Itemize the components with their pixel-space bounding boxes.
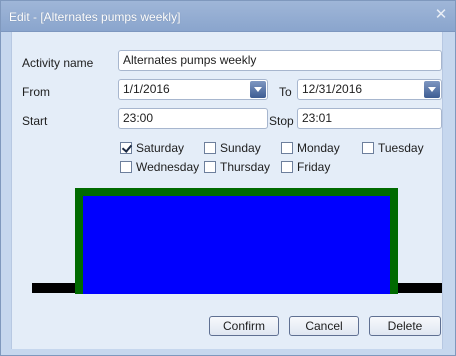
- close-icon[interactable]: ✕: [433, 7, 449, 23]
- chevron-down-icon[interactable]: [424, 81, 440, 98]
- delete-button[interactable]: Delete: [369, 316, 441, 336]
- activity-name-input[interactable]: Alternates pumps weekly: [118, 50, 442, 71]
- checkbox-box: [281, 161, 293, 173]
- checkbox-friday[interactable]: Friday: [281, 159, 330, 175]
- to-date-value: 12/31/2016: [302, 82, 363, 96]
- checkbox-box: [204, 161, 216, 173]
- checkbox-label: Saturday: [136, 141, 185, 155]
- checkbox-label: Sunday: [220, 141, 261, 155]
- checkbox-monday[interactable]: Monday: [281, 140, 340, 156]
- checkbox-box: [120, 161, 132, 173]
- confirm-button[interactable]: Confirm: [209, 316, 279, 336]
- from-label: From: [22, 85, 50, 99]
- check-icon: [120, 142, 132, 154]
- checkbox-thursday[interactable]: Thursday: [204, 159, 270, 175]
- checkbox-label: Monday: [297, 141, 340, 155]
- checkbox-box: [204, 142, 216, 154]
- checkbox-label: Friday: [297, 160, 331, 174]
- to-date-picker[interactable]: 12/31/2016: [297, 79, 442, 100]
- chevron-down-icon[interactable]: [250, 81, 266, 98]
- to-label: To: [279, 85, 292, 99]
- stop-time-input[interactable]: 23:01: [297, 108, 442, 129]
- checkbox-sunday[interactable]: Sunday: [204, 140, 261, 156]
- window-title: Edit - [Alternates pumps weekly]: [9, 10, 181, 24]
- baseline-right: [397, 283, 442, 293]
- checkbox-label: Tuesday: [378, 141, 424, 155]
- checkbox-wednesday[interactable]: Wednesday: [120, 159, 199, 175]
- checkbox-box: [281, 142, 293, 154]
- edit-dialog: Edit - [Alternates pumps weekly] ✕ Activ…: [0, 0, 456, 356]
- checkbox-box: [362, 142, 374, 154]
- title-bar[interactable]: Edit - [Alternates pumps weekly] ✕: [1, 1, 455, 32]
- dialog-body: Activity name Alternates pumps weekly Fr…: [11, 32, 443, 349]
- checkbox-label: Wednesday: [136, 160, 200, 174]
- start-label: Start: [22, 114, 48, 128]
- from-date-picker[interactable]: 1/1/2016: [118, 79, 268, 100]
- start-time-input[interactable]: 23:00: [118, 108, 268, 129]
- stop-label: Stop: [269, 114, 294, 128]
- activity-pulse: [75, 188, 398, 294]
- from-date-value: 1/1/2016: [123, 82, 170, 96]
- activity-name-label: Activity name: [22, 56, 94, 70]
- checkbox-saturday[interactable]: Saturday: [120, 140, 184, 156]
- checkbox-tuesday[interactable]: Tuesday: [362, 140, 424, 156]
- cancel-button[interactable]: Cancel: [289, 316, 359, 336]
- checkbox-label: Thursday: [220, 160, 271, 174]
- schedule-diagram: [12, 182, 442, 302]
- baseline-left: [32, 283, 76, 293]
